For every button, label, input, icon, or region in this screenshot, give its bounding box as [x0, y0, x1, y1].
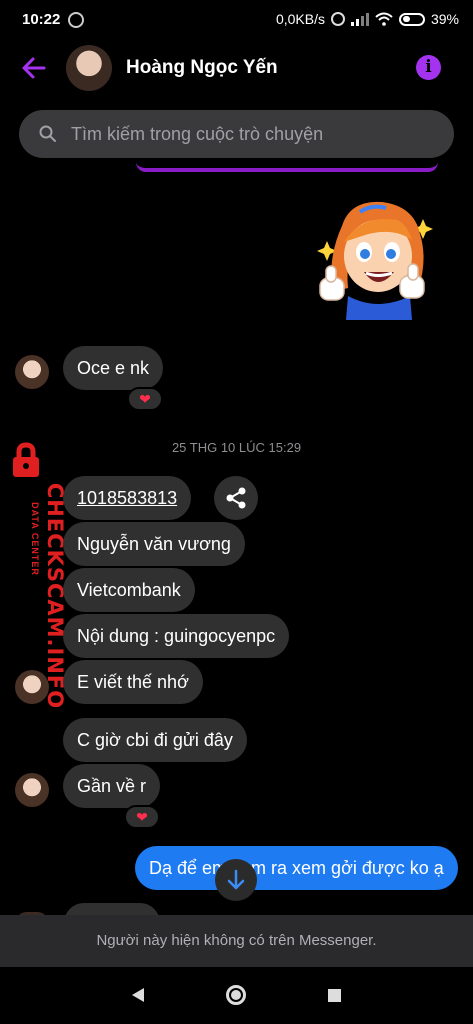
unavailable-notice: Người này hiện không có trên Messenger.	[0, 915, 473, 967]
share-button[interactable]	[214, 476, 258, 520]
nav-recents-icon[interactable]	[328, 989, 341, 1002]
contact-avatar[interactable]	[66, 45, 112, 91]
status-bar: 10:22 0,0KB/s 39%	[0, 0, 473, 40]
sender-avatar[interactable]	[15, 355, 49, 389]
signal-icon	[350, 12, 369, 26]
scroll-to-bottom-button[interactable]	[215, 859, 257, 901]
conversation-header: Hoàng Ngọc Yến i	[0, 40, 473, 96]
message-bubble[interactable]: Oce e nk	[63, 346, 164, 390]
share-icon	[226, 487, 246, 509]
arrow-left-icon[interactable]	[20, 54, 48, 82]
status-right: 0,0KB/s 39%	[276, 11, 459, 27]
nav-back-icon[interactable]	[130, 986, 146, 1004]
message-bubble[interactable]: Gần về r	[63, 764, 161, 808]
heart-reaction[interactable]: ❤	[127, 387, 163, 411]
previous-bubble-edge	[136, 162, 438, 172]
message-bubble[interactable]: Vietcombank	[63, 568, 195, 612]
system-nav-bar	[0, 967, 473, 1024]
battery-icon	[398, 12, 425, 26]
sync-icon	[68, 12, 84, 28]
message-bubble[interactable]: C giờ cbi đi gửi đây	[63, 718, 247, 762]
status-time: 10:22	[22, 11, 61, 28]
heart-reaction[interactable]: ❤	[124, 805, 160, 829]
network-speed: 0,0KB/s	[275, 11, 325, 27]
thumbs-up-girl-sticker[interactable]	[302, 196, 442, 320]
message-bubble[interactable]: E viết thế nhớ	[63, 660, 203, 704]
message-bubble[interactable]: Nội dung : guingocyenpc	[63, 614, 290, 658]
search-input[interactable]	[71, 110, 441, 158]
battery-level: 39%	[430, 11, 459, 27]
checkscam-watermark: DATA CENTER CHECKSCAM.INFO	[0, 436, 67, 709]
message-bubble[interactable]: Nguyễn văn vương	[63, 522, 245, 566]
sender-avatar[interactable]	[15, 670, 49, 704]
alarm-icon	[330, 12, 345, 26]
message-bubble-link[interactable]: 1018583813	[63, 476, 192, 520]
sender-avatar[interactable]	[15, 773, 49, 807]
info-icon[interactable]: i	[416, 55, 441, 80]
wifi-icon	[375, 12, 393, 26]
watermark-subtitle: DATA CENTER	[29, 502, 40, 576]
search-icon	[39, 125, 56, 142]
nav-home-icon[interactable]	[226, 985, 246, 1005]
my-message-bubble[interactable]: Dạ để em xem ra xem gởi được ko ạ	[135, 846, 458, 890]
search-bar[interactable]	[19, 110, 454, 158]
contact-name[interactable]: Hoàng Ngọc Yến	[126, 57, 278, 79]
arrow-down-icon	[227, 869, 245, 890]
timestamp-divider: 25 THG 10 LÚC 15:29	[171, 440, 302, 455]
